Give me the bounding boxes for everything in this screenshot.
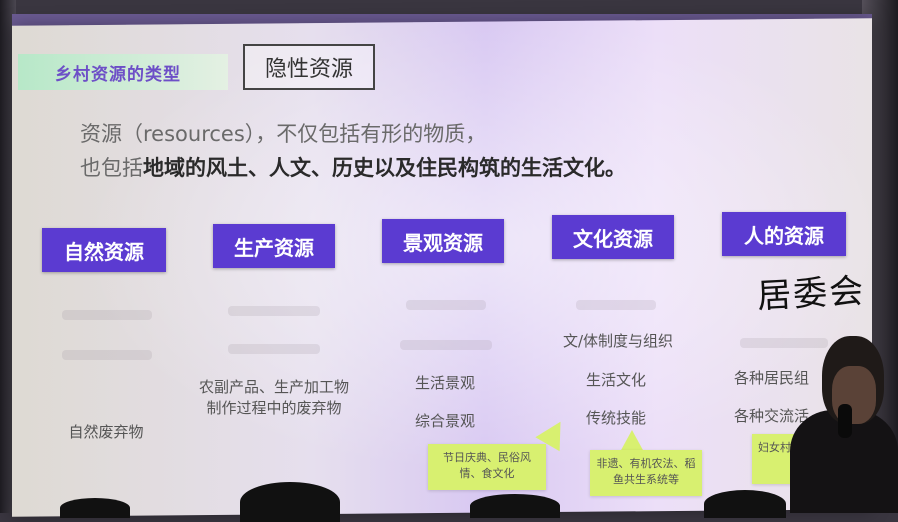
faint-text (576, 300, 656, 310)
item-traditional-skills: 传统技能 (585, 409, 646, 427)
microphone (838, 404, 852, 438)
section-title: 乡村资源的类型 (55, 65, 181, 85)
definition-line-2-prefix: 也包括 (80, 156, 143, 180)
category-landscape-resources: 景观资源 (382, 219, 504, 263)
definition-line-1: 资源（resources），不仅包括有形的物质， (80, 122, 487, 146)
subtype-label-box: 隐性资源 (243, 44, 375, 90)
audience-head (470, 494, 560, 518)
note-heritage: 非遗、有机农法、稻鱼共生系统等 (590, 450, 702, 496)
item-natural-waste: 自然废弃物 (68, 423, 144, 441)
item-integrated-landscape: 综合景观 (414, 412, 475, 430)
category-production-resources: 生产资源 (213, 224, 335, 268)
note-tail (620, 430, 644, 452)
item-resident-groups: 各种居民组 (734, 369, 810, 387)
category-human-resources: 人的资源 (722, 212, 846, 256)
faint-text (228, 344, 320, 354)
item-living-culture: 生活文化 (585, 371, 646, 389)
audience-head (60, 498, 130, 518)
category-cultural-resources: 文化资源 (552, 215, 674, 259)
handwritten-annotation: 居委会 (756, 271, 867, 317)
definition-line-2: 也包括地域的风土、人文、历史以及住民构筑的生活文化。 (80, 152, 626, 182)
audience-head (704, 490, 786, 518)
definition-line-2-emphasis: 地域的风土、人文、历史以及住民构筑的生活文化。 (143, 156, 626, 180)
faint-text (62, 310, 152, 320)
faint-text (400, 340, 492, 350)
faint-text (406, 300, 486, 310)
faint-text (228, 306, 320, 316)
faint-text (62, 350, 152, 360)
faint-text (740, 338, 828, 348)
item-agri-byproducts: 农副产品、生产加工物制作过程中的废弃物 (198, 378, 349, 417)
category-natural-resources: 自然资源 (42, 228, 166, 272)
note-festivals: 节日庆典、民俗风情、食文化 (428, 444, 546, 490)
item-culture-institutions: 文/体制度与组织 (562, 332, 674, 350)
audience-head (240, 482, 340, 522)
item-living-landscape: 生活景观 (414, 374, 475, 392)
